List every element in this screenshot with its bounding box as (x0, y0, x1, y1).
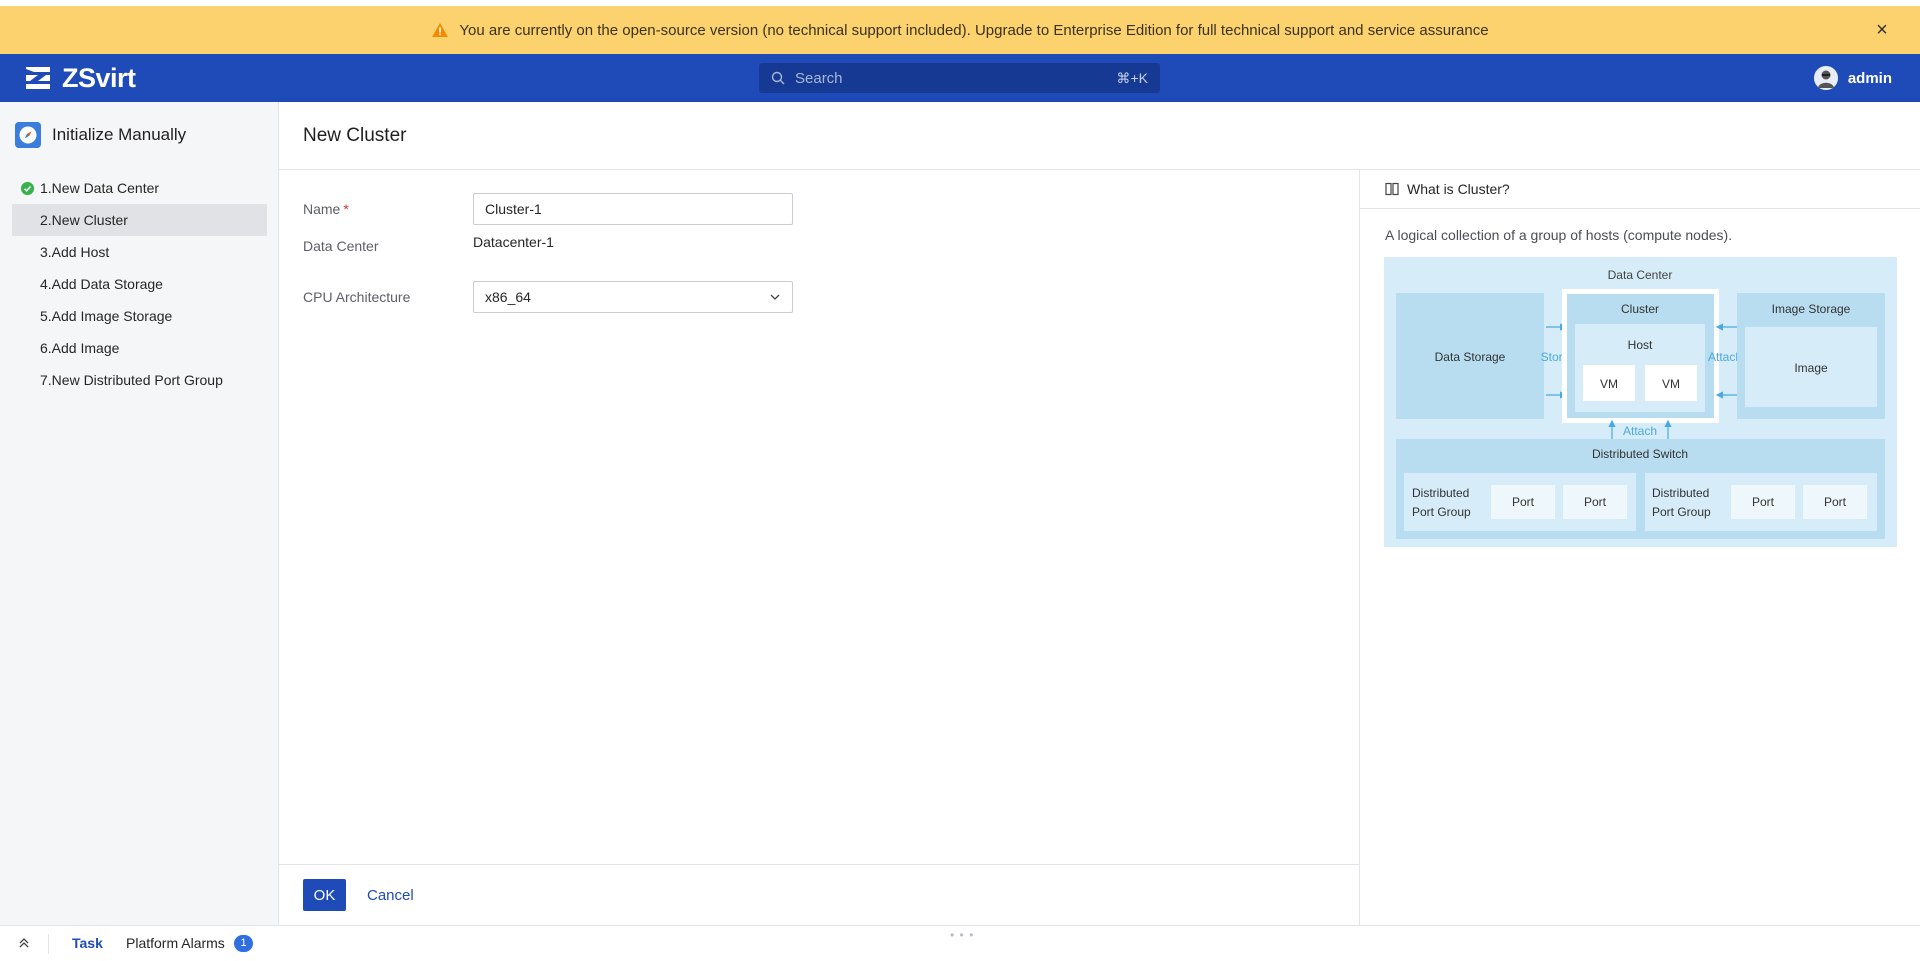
diagram-data-storage-label: Data Storage (1435, 350, 1506, 364)
sidebar-title: Initialize Manually (15, 122, 186, 148)
platform-alarms-tab[interactable]: Platform Alarms (126, 935, 225, 951)
datacenter-label: Data Center (303, 238, 379, 254)
diagram-host-label: Host (1628, 338, 1653, 352)
name-field[interactable] (473, 193, 793, 225)
name-label: Name * (303, 201, 349, 217)
diagram-distributed-switch-label: Distributed Switch (1592, 447, 1688, 461)
help-title: What is Cluster? (1407, 181, 1510, 197)
diagram-port-group-1-line1: Distributed (1412, 486, 1469, 500)
wizard-steps: 1.New Data Center 2.New Cluster 3.Add Ho… (12, 172, 267, 396)
step-label: 4.Add Data Storage (40, 276, 163, 292)
cpu-architecture-select[interactable]: x86_64 (473, 281, 793, 313)
diagram-image-storage-label: Image Storage (1772, 302, 1851, 316)
name-row: Name * (303, 193, 903, 225)
diagram-image-label: Image (1794, 361, 1828, 375)
required-mark: * (343, 201, 349, 217)
search-icon (771, 71, 785, 85)
step-add-host[interactable]: 3.Add Host (12, 236, 267, 268)
ok-button[interactable]: OK (303, 879, 346, 911)
search-shortcut: ⌘+K (1116, 69, 1148, 86)
footer-divider (279, 864, 1359, 865)
diagram-port-2: Port (1584, 495, 1607, 509)
diagram-vm2-label: VM (1662, 377, 1680, 391)
diagram-attach-bottom-label: Attach (1623, 424, 1657, 438)
step-add-image[interactable]: 6.Add Image (12, 332, 267, 364)
cpu-architecture-value: x86_64 (485, 289, 531, 305)
step-label: 6.Add Image (40, 340, 120, 356)
chevron-double-up-icon[interactable] (16, 936, 32, 952)
diagram-port-group-2-line1: Distributed (1652, 486, 1709, 500)
cluster-diagram: Data Center Data Storage Store Cluster H… (1384, 257, 1897, 547)
help-header: What is Cluster? (1360, 170, 1920, 209)
step-label: 5.Add Image Storage (40, 308, 173, 324)
step-add-data-storage[interactable]: 4.Add Data Storage (12, 268, 267, 300)
page-title: New Cluster (303, 125, 407, 146)
diagram-port-4: Port (1824, 495, 1847, 509)
cpu-architecture-label: CPU Architecture (303, 289, 411, 305)
diagram-cluster-label: Cluster (1621, 302, 1659, 316)
book-icon (1385, 182, 1399, 196)
avatar (1813, 66, 1838, 90)
step-add-image-storage[interactable]: 5.Add Image Storage (12, 300, 267, 332)
top-header: ZSvirt Search ⌘+K admin (0, 54, 1920, 102)
step-label: 3.Add Host (40, 244, 110, 260)
diagram-attach-right-label: Attach (1708, 350, 1742, 364)
step-new-distributed-port-group[interactable]: 7.New Distributed Port Group (12, 364, 267, 396)
notice-banner: You are currently on the open-source ver… (0, 6, 1920, 54)
diagram-port-1: Port (1512, 495, 1535, 509)
alarms-count-badge: 1 (234, 935, 253, 952)
bottom-divider (48, 934, 49, 954)
cancel-button[interactable]: Cancel (367, 879, 414, 911)
task-tab[interactable]: Task (72, 935, 103, 951)
main-content: New Cluster Name* Data Center Datacenter… (279, 102, 1920, 925)
step-label: 7.New Distributed Port Group (40, 372, 223, 388)
resize-grip-icon[interactable]: • • • (950, 928, 974, 942)
diagram-port-3: Port (1752, 495, 1775, 509)
step-new-data-center[interactable]: 1.New Data Center (12, 172, 267, 204)
datacenter-value: Datacenter-1 (473, 234, 554, 250)
user-name: admin (1847, 69, 1892, 87)
search-placeholder: Search (795, 69, 843, 87)
step-label: 2.New Cluster (40, 212, 128, 228)
diagram-data-center-label: Data Center (1608, 268, 1673, 282)
help-panel: What is Cluster? A logical collection of… (1360, 170, 1920, 925)
diagram-port-group-2-line2: Port Group (1652, 505, 1711, 519)
warning-icon (432, 23, 449, 37)
cpu-row: CPU Architecture x86_64 (303, 281, 903, 313)
bottom-bar: Task Platform Alarms 1 • • • (0, 925, 1920, 961)
logo-icon (26, 67, 50, 89)
user-menu[interactable]: admin (1813, 66, 1892, 90)
sidebar-title-text: Initialize Manually (52, 125, 187, 144)
chevron-down-icon (770, 294, 780, 300)
datacenter-row: Data Center Datacenter-1 (303, 230, 903, 260)
search-input[interactable]: Search ⌘+K (759, 63, 1160, 93)
wizard-sidebar: Initialize Manually 1.New Data Center 2.… (0, 102, 279, 925)
user-avatar-icon (1813, 66, 1838, 90)
step-label: 1.New Data Center (40, 180, 160, 196)
step-new-cluster[interactable]: 2.New Cluster (12, 204, 267, 236)
brand-name: ZSvirt (62, 62, 136, 93)
diagram-vm1-label: VM (1600, 377, 1618, 391)
diagram-port-group-1-line2: Port Group (1412, 505, 1471, 519)
banner-message: You are currently on the open-source ver… (459, 21, 1489, 39)
close-icon[interactable]: × (1872, 20, 1892, 40)
compass-icon (15, 122, 41, 148)
help-description: A logical collection of a group of hosts… (1385, 227, 1733, 243)
brand-logo[interactable]: ZSvirt (22, 63, 136, 93)
check-circle-icon (21, 182, 34, 195)
